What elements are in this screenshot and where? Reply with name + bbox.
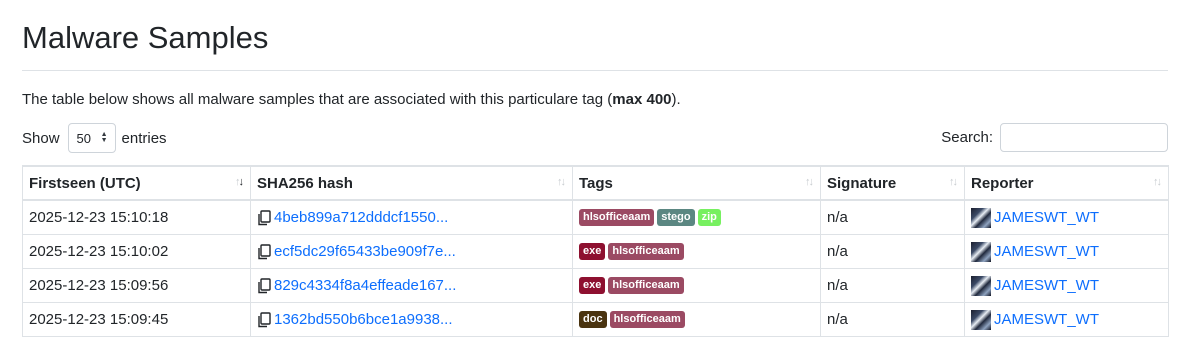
reporter-cell: JAMESWT_WT xyxy=(964,234,1169,269)
samples-table: Firstseen (UTC) ↑↓ SHA256 hash ↑↓ Tags ↑↓ S… xyxy=(22,165,1169,337)
hash-cell: ecf5dc29f65433be909f7e... xyxy=(250,234,573,269)
hash-link[interactable]: 4beb899a712dddcf1550... xyxy=(274,209,448,226)
reporter-cell-content: JAMESWT_WT xyxy=(971,275,1162,296)
tags-cell: doc hlsofficeaam xyxy=(572,302,821,337)
table-header-row: Firstseen (UTC) ↑↓ SHA256 hash ↑↓ Tags ↑↓ S… xyxy=(22,165,1169,201)
hash-cell-content: 829c4334f8a4effeade167... xyxy=(257,277,566,294)
reporter-avatar xyxy=(971,309,991,330)
page-length-control: Show 50 ▲ ▼ entries xyxy=(22,122,167,154)
page-length-select[interactable]: 50 ▲ ▼ xyxy=(67,123,116,153)
tag-badge[interactable]: hlsofficeaam xyxy=(609,311,685,329)
search-input[interactable] xyxy=(1000,123,1168,152)
tags-cell: exe hlsofficeaam xyxy=(572,268,821,303)
reporter-link[interactable]: JAMESWT_WT xyxy=(994,243,1099,260)
tags-cell: hlsofficeaam stego zip xyxy=(572,199,821,235)
reporter-cell-content: JAMESWT_WT xyxy=(971,309,1162,330)
hash-link[interactable]: 1362bd550b6bce1a9938... xyxy=(274,311,453,328)
reporter-cell: JAMESWT_WT xyxy=(964,268,1169,303)
firstseen-cell: 2025-12-23 15:10:02 xyxy=(22,234,251,269)
sort-arrows-icon: ↑↓ xyxy=(805,176,814,188)
search-control: Search: xyxy=(941,123,1168,152)
reporter-cell: JAMESWT_WT xyxy=(964,199,1169,235)
column-header-reporter[interactable]: Reporter ↑↓ xyxy=(964,165,1169,201)
firstseen-cell: 2025-12-23 15:10:18 xyxy=(22,199,251,235)
column-label: Signature xyxy=(827,174,897,192)
reporter-avatar xyxy=(971,275,991,296)
hash-cell: 4beb899a712dddcf1550... xyxy=(250,199,573,235)
description-text: The table below shows all malware sample… xyxy=(22,91,613,108)
tag-badge[interactable]: doc xyxy=(579,311,607,329)
description-suffix: ). xyxy=(671,91,681,108)
reporter-link[interactable]: JAMESWT_WT xyxy=(994,209,1099,226)
page-length-value: 50 xyxy=(76,130,91,146)
reporter-link[interactable]: JAMESWT_WT xyxy=(994,311,1099,328)
hash-cell-content: 1362bd550b6bce1a9938... xyxy=(257,311,566,328)
signature-cell: n/a xyxy=(820,268,965,303)
table-row: 2025-12-23 15:10:18 4beb899a712dddcf1550.… xyxy=(22,199,1169,235)
column-header-hash[interactable]: SHA256 hash ↑↓ xyxy=(250,165,573,201)
hash-cell-content: ecf5dc29f65433be909f7e... xyxy=(257,243,566,260)
copy-icon[interactable] xyxy=(257,209,271,226)
tag-badge[interactable]: hlsofficeaam xyxy=(579,209,655,227)
title-divider xyxy=(22,70,1168,71)
copy-icon[interactable] xyxy=(257,277,271,294)
tag-badge[interactable]: zip xyxy=(697,209,721,227)
hash-cell-content: 4beb899a712dddcf1550... xyxy=(257,209,566,226)
signature-cell: n/a xyxy=(820,302,965,337)
column-label: Reporter xyxy=(971,174,1034,192)
column-label: Tags xyxy=(579,174,613,192)
firstseen-cell: 2025-12-23 15:09:45 xyxy=(22,302,251,337)
reporter-link[interactable]: JAMESWT_WT xyxy=(994,277,1099,294)
column-label: Firstseen (UTC) xyxy=(29,174,141,192)
hash-cell: 829c4334f8a4effeade167... xyxy=(250,268,573,303)
reporter-cell: JAMESWT_WT xyxy=(964,302,1169,337)
reporter-avatar xyxy=(971,207,991,228)
copy-icon[interactable] xyxy=(257,243,271,260)
table-row: 2025-12-23 15:10:02 ecf5dc29f65433be909f7… xyxy=(22,234,1169,269)
show-label: Show xyxy=(22,129,60,147)
sort-arrows-icon: ↑↓ xyxy=(949,176,958,188)
sort-desc-icon: ↑↓ xyxy=(235,176,244,188)
page-title: Malware Samples xyxy=(22,20,269,55)
hash-link[interactable]: ecf5dc29f65433be909f7e... xyxy=(274,243,456,260)
table-row: 2025-12-23 15:09:56 829c4334f8a4effeade16… xyxy=(22,268,1169,303)
entries-label: entries xyxy=(121,129,167,147)
reporter-cell-content: JAMESWT_WT xyxy=(971,207,1162,228)
hash-link[interactable]: 829c4334f8a4effeade167... xyxy=(274,277,456,294)
signature-cell: n/a xyxy=(820,199,965,235)
reporter-cell-content: JAMESWT_WT xyxy=(971,241,1162,262)
sort-arrows-icon: ↑↓ xyxy=(557,176,566,188)
sort-arrows-icon: ↑↓ xyxy=(1153,176,1162,188)
tag-badge[interactable]: stego xyxy=(657,209,695,227)
reporter-avatar xyxy=(971,241,991,262)
page: Malware Samples The table below shows al… xyxy=(0,0,1200,337)
tag-badge[interactable]: hlsofficeaam xyxy=(608,243,684,261)
page-description: The table below shows all malware sample… xyxy=(22,90,681,110)
select-arrows-icon: ▲ ▼ xyxy=(100,131,108,144)
description-max: max 400 xyxy=(612,91,672,108)
column-header-signature[interactable]: Signature ↑↓ xyxy=(820,165,965,201)
firstseen-cell: 2025-12-23 15:09:56 xyxy=(22,268,251,303)
search-label: Search: xyxy=(941,129,993,146)
tag-badge[interactable]: exe xyxy=(579,243,606,261)
table-row: 2025-12-23 15:09:45 1362bd550b6bce1a9938.… xyxy=(22,302,1169,337)
column-label: SHA256 hash xyxy=(257,174,353,192)
tag-badge[interactable]: hlsofficeaam xyxy=(608,277,684,295)
tag-badge[interactable]: exe xyxy=(579,277,606,295)
tags-cell: exe hlsofficeaam xyxy=(572,234,821,269)
column-header-firstseen[interactable]: Firstseen (UTC) ↑↓ xyxy=(22,165,251,201)
signature-cell: n/a xyxy=(820,234,965,269)
hash-cell: 1362bd550b6bce1a9938... xyxy=(250,302,573,337)
column-header-tags[interactable]: Tags ↑↓ xyxy=(572,165,821,201)
copy-icon[interactable] xyxy=(257,311,271,328)
table-body: 2025-12-23 15:10:18 4beb899a712dddcf1550.… xyxy=(22,199,1169,337)
